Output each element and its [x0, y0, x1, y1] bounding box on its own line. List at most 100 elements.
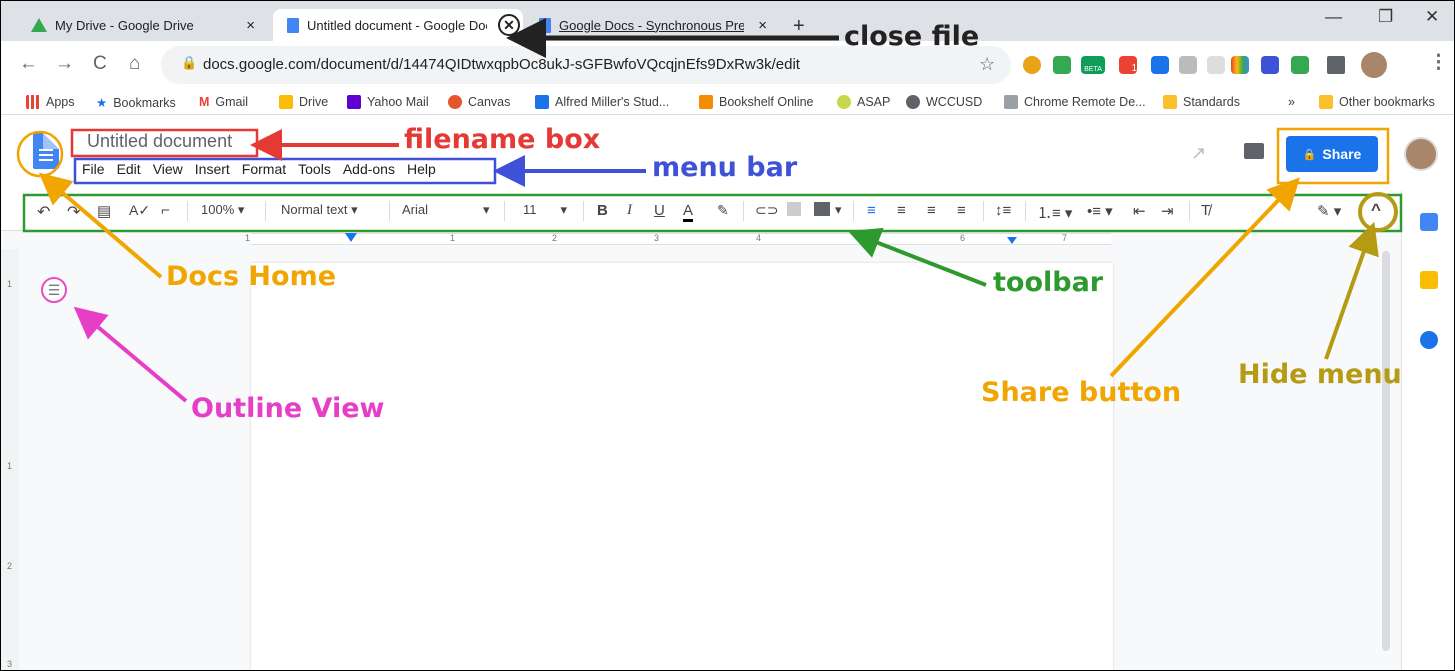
comment-history-icon[interactable]: [1244, 143, 1264, 159]
numbered-list-icon[interactable]: ⒈≡ ▾: [1037, 202, 1072, 223]
bookmark-bookshelf[interactable]: Bookshelf Online: [699, 95, 814, 109]
line-spacing-icon[interactable]: ↕≡: [995, 202, 1011, 219]
menu-file[interactable]: File: [82, 161, 105, 177]
align-right-icon[interactable]: ≡: [927, 202, 936, 219]
link-icon[interactable]: ⊂⊃: [755, 202, 778, 219]
outline-view-icon[interactable]: ☰: [41, 277, 67, 303]
forward-icon[interactable]: →: [55, 53, 74, 75]
bookmark-wccusd[interactable]: WCCUSD: [906, 95, 982, 109]
horizontal-ruler[interactable]: 1 1 2 3 4 5 6 7: [1, 231, 1454, 249]
bookmark-alfred-miller[interactable]: Alfred Miller's Stud...: [535, 95, 669, 109]
paint-format-icon[interactable]: ⌐: [161, 202, 170, 219]
minimize-icon[interactable]: —: [1325, 7, 1342, 27]
editing-mode-icon[interactable]: ✎ ▾: [1317, 202, 1341, 220]
chevron-down-icon[interactable]: ▾: [835, 202, 842, 218]
window-close-icon[interactable]: ✕: [1425, 7, 1439, 27]
beta-extension-icon[interactable]: BETA: [1081, 56, 1105, 74]
tab-synchronous-pres[interactable]: Google Docs - Synchronous Pres ×: [527, 9, 777, 41]
spellcheck-icon[interactable]: A✓: [129, 202, 150, 219]
bookmark-gmail[interactable]: M Gmail: [199, 95, 248, 109]
docs-home-icon[interactable]: [33, 133, 59, 169]
bookmark-chrome-remote[interactable]: Chrome Remote De...: [1004, 95, 1146, 109]
home-icon[interactable]: ⌂: [129, 53, 140, 75]
new-tab-button[interactable]: +: [793, 15, 805, 38]
bookmarks-overflow[interactable]: »: [1288, 95, 1295, 109]
tab-close-icon[interactable]: ×: [758, 17, 767, 34]
extension-icon[interactable]: [1231, 56, 1249, 74]
align-left-icon[interactable]: ≡: [867, 202, 876, 219]
tab-close-file-icon[interactable]: ✕: [498, 14, 520, 36]
bookmark-star-icon[interactable]: ☆: [979, 54, 995, 75]
print-icon[interactable]: ▤: [97, 202, 111, 220]
tab-close-icon[interactable]: ×: [246, 17, 255, 34]
kebab-menu-icon[interactable]: ⋮: [1429, 51, 1448, 74]
vertical-ruler[interactable]: 1 1 2 3: [1, 249, 19, 670]
increase-indent-icon[interactable]: ⇥: [1161, 202, 1174, 220]
font-select[interactable]: Arial ▾: [402, 202, 490, 218]
clear-formatting-icon[interactable]: T̸: [1201, 202, 1210, 219]
bookmark-yahoo-mail[interactable]: Yahoo Mail: [347, 95, 429, 109]
bold-button[interactable]: B: [597, 202, 608, 219]
right-indent-marker-icon[interactable]: [1007, 237, 1017, 244]
italic-button[interactable]: I: [627, 202, 632, 219]
profile-avatar-icon[interactable]: [1361, 52, 1387, 78]
tab-title: Google Docs - Synchronous Pres: [559, 17, 744, 33]
text-color-button[interactable]: A: [683, 202, 694, 222]
reload-icon[interactable]: C: [93, 53, 107, 75]
justify-icon[interactable]: ≡: [957, 202, 966, 219]
document-page[interactable]: [251, 263, 1113, 670]
bookmark-drive[interactable]: Drive: [279, 95, 328, 109]
tab-title: My Drive - Google Drive: [55, 17, 194, 33]
tab-untitled-document[interactable]: Untitled document - Google Doc: [273, 9, 523, 41]
extension-icon[interactable]: 1: [1119, 56, 1137, 74]
menu-edit[interactable]: Edit: [117, 161, 141, 177]
tab-my-drive[interactable]: My Drive - Google Drive ×: [15, 9, 265, 41]
ruler-number: 1: [450, 233, 456, 243]
drive-extension-icon[interactable]: [1053, 56, 1071, 74]
bookmark-bookmarks[interactable]: ★ Bookmarks: [96, 95, 176, 111]
extension-icon[interactable]: [1291, 56, 1309, 74]
activity-dashboard-icon[interactable]: ↗: [1191, 143, 1206, 164]
image-icon[interactable]: [814, 202, 830, 216]
align-center-icon[interactable]: ≡: [897, 202, 906, 219]
underline-button[interactable]: U: [654, 202, 665, 219]
menu-view[interactable]: View: [153, 161, 183, 177]
puzzle-icon[interactable]: [1327, 56, 1345, 74]
other-bookmarks[interactable]: Other bookmarks: [1319, 95, 1435, 109]
hide-menu-button[interactable]: ^: [1371, 200, 1381, 220]
meet-extension-icon[interactable]: [1151, 56, 1169, 74]
chevron-down-icon: ▾: [483, 202, 490, 217]
calendar-icon[interactable]: [1420, 213, 1438, 231]
extension-icon[interactable]: [1179, 56, 1197, 74]
menu-insert[interactable]: Insert: [195, 161, 230, 177]
menu-addons[interactable]: Add-ons: [343, 161, 395, 177]
bookmark-apps[interactable]: Apps: [26, 95, 75, 109]
font-size-select[interactable]: 11 ▾: [523, 202, 567, 218]
highlight-icon[interactable]: ✎: [717, 202, 729, 219]
undo-icon[interactable]: ↶: [37, 202, 50, 222]
menu-tools[interactable]: Tools: [298, 161, 331, 177]
back-icon[interactable]: ←: [19, 53, 38, 75]
redo-icon[interactable]: ↷: [67, 202, 80, 222]
filename-input[interactable]: Untitled document: [87, 131, 232, 152]
tasks-icon[interactable]: [1420, 331, 1438, 349]
comment-add-icon[interactable]: [787, 202, 801, 216]
menu-format[interactable]: Format: [242, 161, 286, 177]
bookmark-standards[interactable]: Standards: [1163, 95, 1240, 109]
extension-icon[interactable]: [1261, 56, 1279, 74]
extension-icon[interactable]: [1023, 56, 1041, 74]
share-button[interactable]: 🔒 Share: [1286, 136, 1378, 172]
decrease-indent-icon[interactable]: ⇤: [1133, 202, 1146, 220]
style-select[interactable]: Normal text ▾: [281, 202, 358, 218]
extension-icon[interactable]: [1207, 56, 1225, 74]
keep-icon[interactable]: [1420, 271, 1438, 289]
bookmark-asap[interactable]: ASAP: [837, 95, 890, 109]
account-avatar[interactable]: [1404, 137, 1438, 171]
scrollbar[interactable]: [1382, 251, 1390, 651]
restore-icon[interactable]: ❐: [1378, 7, 1393, 27]
indent-marker-icon[interactable]: [345, 233, 357, 242]
bulleted-list-icon[interactable]: •≡ ▾: [1087, 202, 1113, 220]
bookmark-canvas[interactable]: Canvas: [448, 95, 510, 109]
zoom-select[interactable]: 100% ▾: [201, 202, 244, 218]
menu-help[interactable]: Help: [407, 161, 436, 177]
